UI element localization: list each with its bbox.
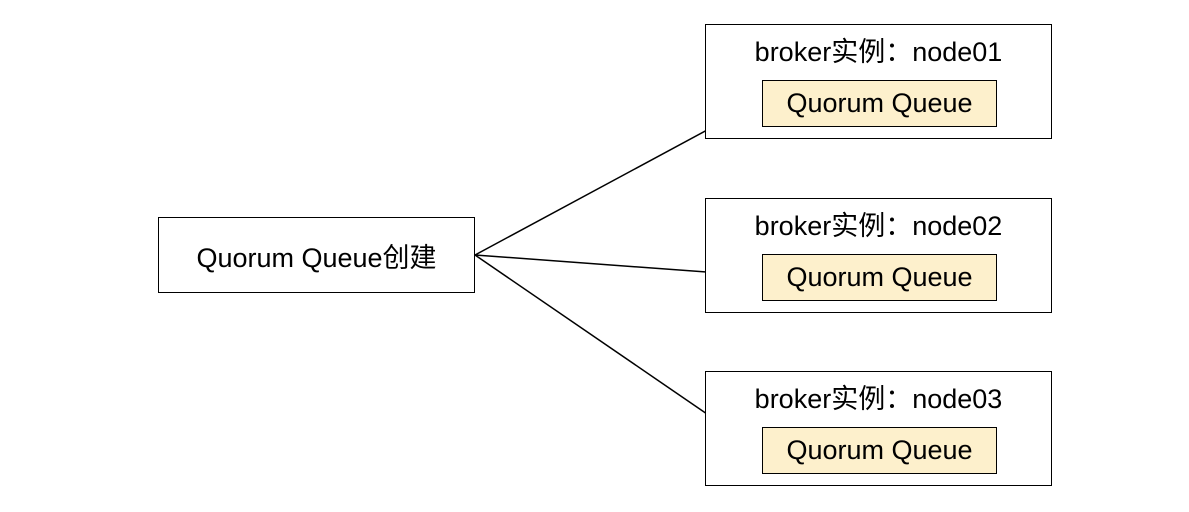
quorum-queue-node01: Quorum Queue — [762, 80, 997, 127]
quorum-queue-node03: Quorum Queue — [762, 427, 997, 474]
source-label: Quorum Queue创建 — [196, 242, 437, 273]
diagram-canvas: Quorum Queue创建 broker实例：node01 Quorum Qu… — [0, 0, 1189, 512]
broker-title: broker实例：node03 — [754, 384, 1003, 414]
broker-title: broker实例：node02 — [754, 211, 1003, 241]
quorum-queue-node02: Quorum Queue — [762, 254, 997, 301]
broker-node02: broker实例：node02 Quorum Queue — [705, 198, 1052, 313]
broker-title: broker实例：node01 — [754, 37, 1003, 67]
broker-node03: broker实例：node03 Quorum Queue — [705, 371, 1052, 486]
source-node: Quorum Queue创建 — [158, 217, 475, 293]
broker-node01: broker实例：node01 Quorum Queue — [705, 24, 1052, 139]
